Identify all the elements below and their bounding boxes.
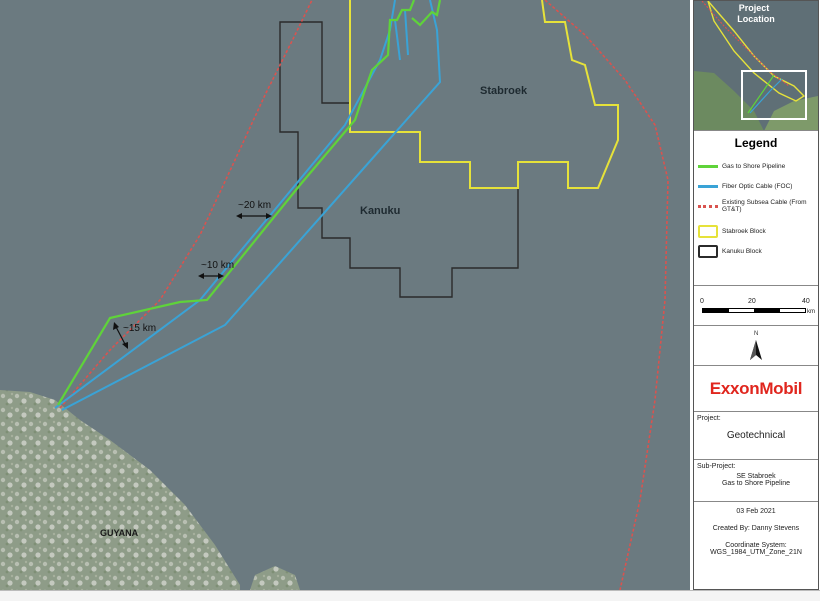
distance-label-10km: ~10 km [201, 260, 234, 271]
legend-title: Legend [734, 136, 778, 150]
coordinate-system-label: Coordinate System: [725, 542, 787, 549]
subproject-line2: Gas to Shore Pipeline [721, 480, 791, 487]
yellow-box-icon [698, 225, 718, 238]
subproject-section: Sub-Project: SE Stabroek Gas to Shore Pi… [694, 460, 818, 502]
project-value: Geotechnical [726, 430, 786, 441]
distance-label-20km: ~20 km [238, 200, 271, 211]
legend: Legend Gas to Shore Pipeline Fiber Optic… [694, 131, 818, 286]
red-dashed-line-icon [698, 204, 718, 208]
bottom-strip [0, 590, 820, 601]
legend-item-foc: Fiber Optic Cable (FOC) [698, 183, 792, 190]
kanuku-label: Kanuku [360, 205, 400, 217]
guyana-label: GUYANA [100, 528, 139, 538]
project-label: Project: [697, 415, 721, 422]
project-section: Project: Geotechnical [694, 412, 818, 460]
legend-item-stabroek: Stabroek Block [698, 225, 766, 238]
north-label: N [754, 331, 759, 337]
exxonmobil-logo: ExxonMobil [694, 366, 818, 412]
north-arrow-icon [750, 340, 762, 360]
scale-tick-20: 20 [748, 298, 756, 305]
distance-label-15km: ~15 km [123, 323, 156, 334]
map-canvas: Stabroek Kanuku GUYANA ~20 km ~10 km ~15… [0, 0, 690, 590]
legend-item-label: Existing Subsea Cable (From GT&T) [722, 199, 807, 214]
legend-item-label: Fiber Optic Cable (FOC) [722, 183, 793, 190]
legend-item-subsea: Existing Subsea Cable (From GT&T) [698, 199, 814, 213]
map-info-panel: Project Location Legend Gas to Shore Pip… [693, 0, 819, 590]
inset-title-line1: Project [739, 3, 770, 13]
coordinate-system-value: WGS_1984_UTM_Zone_21N [710, 549, 802, 556]
north-arrow: N [694, 326, 818, 366]
inset-map: Project Location [694, 1, 818, 131]
black-box-icon [698, 245, 718, 258]
meta-section: 03 Feb 2021 Created By: Danny Stevens Co… [694, 502, 818, 589]
scale-unit: km [807, 309, 815, 315]
green-line-icon [698, 165, 718, 168]
blue-line-icon [698, 185, 718, 188]
subproject-line1: SE Stabroek [736, 473, 776, 480]
created-by: Created By: Danny Stevens [712, 525, 800, 532]
scale-tick-40: 40 [802, 298, 810, 305]
legend-item-label: Kanuku Block [722, 248, 762, 255]
legend-item-pipeline: Gas to Shore Pipeline [698, 163, 785, 170]
legend-item-label: Gas to Shore Pipeline [722, 163, 786, 170]
legend-item-kanuku: Kanuku Block [698, 245, 762, 258]
scale-bar-graphic [702, 308, 806, 313]
stabroek-label: Stabroek [480, 85, 528, 97]
subproject-label: Sub-Project: [697, 463, 736, 470]
map-date: 03 Feb 2021 [736, 508, 776, 515]
logo-text: ExxonMobil [709, 378, 803, 398]
inset-title-line2: Location [737, 14, 775, 24]
legend-item-label: Stabroek Block [722, 228, 766, 235]
scale-bar: 0 20 40 km [694, 286, 818, 326]
scale-tick-0: 0 [700, 298, 704, 305]
